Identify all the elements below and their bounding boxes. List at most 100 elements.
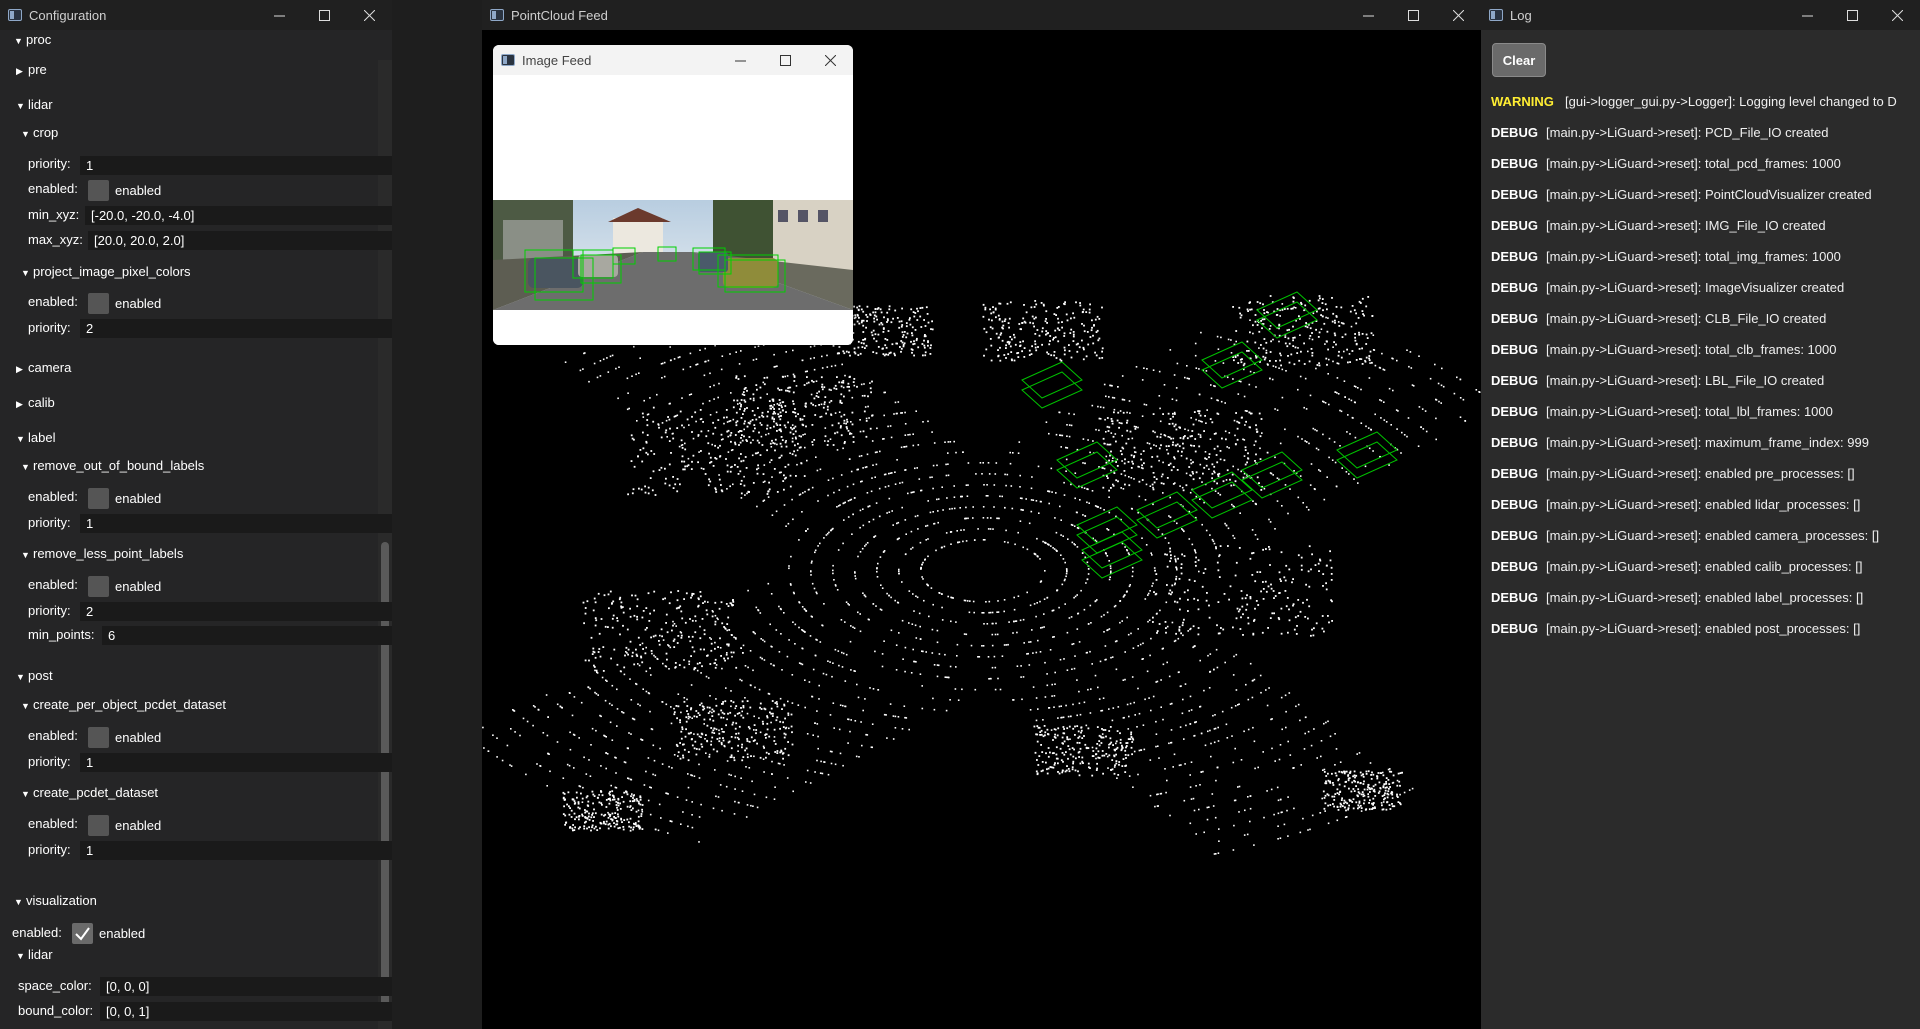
pipc-priority-label: priority: [28,320,71,335]
tree-node-calib[interactable]: ▶ calib [16,395,55,410]
rlpl-priority-input[interactable]: 2 [80,602,392,621]
cpd-enabled-label: enabled: [28,816,78,831]
min-points-input[interactable]: 6 [102,626,392,645]
close-icon[interactable] [347,0,392,30]
config-titlebar[interactable]: Configuration [0,0,392,30]
vis-enabled-label: enabled: [12,925,62,940]
log-level: DEBUG [1491,156,1538,171]
log-message: [main.py->LiGuard->reset]: maximum_frame… [1546,435,1869,450]
roobl-priority-input[interactable]: 1 [80,514,392,533]
image-feed-window: Image Feed [493,45,853,345]
tree-node-pre[interactable]: ▶ pre [16,62,47,77]
tree-node-remove-out-of-bound-labels[interactable]: ▼ remove_out_of_bound_labels [21,458,204,473]
log-message: [main.py->LiGuard->reset]: enabled lidar… [1546,497,1861,512]
maximize-icon[interactable] [302,0,347,30]
minimize-icon[interactable] [257,0,302,30]
caret-down-icon: ▼ [16,672,25,682]
tree-node-crop[interactable]: ▼ crop [21,125,58,140]
cpd-priority-label: priority: [28,842,71,857]
pointcloud-titlebar[interactable]: PointCloud Feed [482,0,1481,30]
tree-node-remove-less-point-labels[interactable]: ▼ remove_less_point_labels [21,546,183,561]
tree-node-vis-lidar[interactable]: ▼ lidar [16,947,53,962]
log-line: DEBUG [main.py->LiGuard->reset]: LBL_File… [1491,373,1824,388]
crop-priority-input[interactable]: 1 [80,156,392,175]
tree-node-proc[interactable]: ▼ proc [14,32,51,47]
caret-right-icon: ▶ [16,399,23,409]
log-message: [main.py->LiGuard->reset]: IMG_File_IO c… [1546,218,1826,233]
log-message: [gui->logger_gui.py->Logger]: Logging le… [1565,94,1897,109]
camera-image [493,200,853,310]
tree-node-create-pcdet-dataset[interactable]: ▼ create_pcdet_dataset [21,785,158,800]
minimize-icon[interactable] [1785,0,1830,30]
min-xyz-input[interactable]: [-20.0, -20.0, -4.0] [85,206,392,225]
space-color-input[interactable]: [0, 0, 0] [100,977,392,996]
caret-down-icon: ▼ [16,951,25,961]
log-level: DEBUG [1491,497,1538,512]
log-line: DEBUG [main.py->LiGuard->reset]: enabled … [1491,466,1855,481]
log-level: DEBUG [1491,125,1538,140]
close-icon[interactable] [1436,0,1481,30]
pipc-priority-input[interactable]: 2 [80,319,392,338]
point-cloud [482,291,1481,855]
roobl-enabled-label: enabled: [28,489,78,504]
rlpl-enabled-text: enabled [115,579,162,594]
cpopd-priority-input[interactable]: 1 [80,753,392,772]
bound-color-label: bound_color: [18,1003,94,1018]
minimize-icon[interactable] [1346,0,1391,30]
pipc-enabled-text: enabled [115,296,162,311]
log-line: DEBUG [main.py->LiGuard->reset]: ImageVis… [1491,280,1844,295]
caret-right-icon: ▶ [16,66,23,76]
image-feed-titlebar[interactable]: Image Feed [493,45,853,75]
tree-node-create-per-object-pcdet-dataset[interactable]: ▼ create_per_object_pcdet_dataset [21,697,226,712]
cpd-priority-input[interactable]: 1 [80,841,392,860]
log-message: [main.py->LiGuard->reset]: enabled camer… [1546,528,1880,543]
vis-enabled-text: enabled [99,926,146,941]
max-xyz-input[interactable]: [20.0, 20.0, 2.0] [88,231,392,250]
log-message: [main.py->LiGuard->reset]: total_img_fra… [1546,249,1841,264]
close-icon[interactable] [1875,0,1920,30]
log-level: DEBUG [1491,528,1538,543]
tree-node-lidar[interactable]: ▼ lidar [16,97,53,112]
caret-down-icon: ▼ [21,789,30,799]
tree-node-label[interactable]: ▼ label [16,430,55,445]
log-level: DEBUG [1491,311,1538,326]
log-line: DEBUG [main.py->LiGuard->reset]: PointClo… [1491,187,1872,202]
minimize-icon[interactable] [718,45,763,75]
cpd-enabled-checkbox[interactable] [88,815,109,836]
log-line: DEBUG [main.py->LiGuard->reset]: total_cl… [1491,342,1836,357]
clear-button[interactable]: Clear [1492,43,1546,77]
maximize-icon[interactable] [1830,0,1875,30]
crop-enabled-text: enabled [115,183,162,198]
log-level: WARNING [1491,94,1554,109]
cpd-enabled-text: enabled [115,818,162,833]
maximize-icon[interactable] [1391,0,1436,30]
vis-enabled-checkbox[interactable] [72,923,93,944]
log-line: DEBUG [main.py->LiGuard->reset]: enabled … [1491,621,1860,636]
app-icon [8,9,22,21]
log-titlebar[interactable]: Log [1481,0,1920,30]
space-color-label: space_color: [18,978,92,993]
tree-node-post[interactable]: ▼ post [16,668,53,683]
log-level: DEBUG [1491,249,1538,264]
tree-node-visualization[interactable]: ▼ visualization [14,893,97,908]
bound-color-input[interactable]: [0, 0, 1] [100,1002,392,1021]
cpopd-enabled-checkbox[interactable] [88,727,109,748]
tree-node-project-image-pixel-colors[interactable]: ▼ project_image_pixel_colors [21,264,191,279]
log-line: DEBUG [main.py->LiGuard->reset]: PCD_File… [1491,125,1829,140]
log-line: DEBUG [main.py->LiGuard->reset]: total_pc… [1491,156,1841,171]
pipc-enabled-checkbox[interactable] [88,293,109,314]
close-icon[interactable] [808,45,853,75]
caret-down-icon: ▼ [21,701,30,711]
log-level: DEBUG [1491,404,1538,419]
rlpl-enabled-checkbox[interactable] [88,576,109,597]
log-message: [main.py->LiGuard->reset]: total_pcd_fra… [1546,156,1841,171]
tree-node-camera[interactable]: ▶ camera [16,360,71,375]
caret-down-icon: ▼ [21,268,30,278]
roobl-enabled-checkbox[interactable] [88,488,109,509]
rlpl-priority-label: priority: [28,603,71,618]
log-level: DEBUG [1491,280,1538,295]
log-message: [main.py->LiGuard->reset]: enabled label… [1546,590,1864,605]
log-level: DEBUG [1491,621,1538,636]
crop-enabled-checkbox[interactable] [88,180,109,201]
maximize-icon[interactable] [763,45,808,75]
